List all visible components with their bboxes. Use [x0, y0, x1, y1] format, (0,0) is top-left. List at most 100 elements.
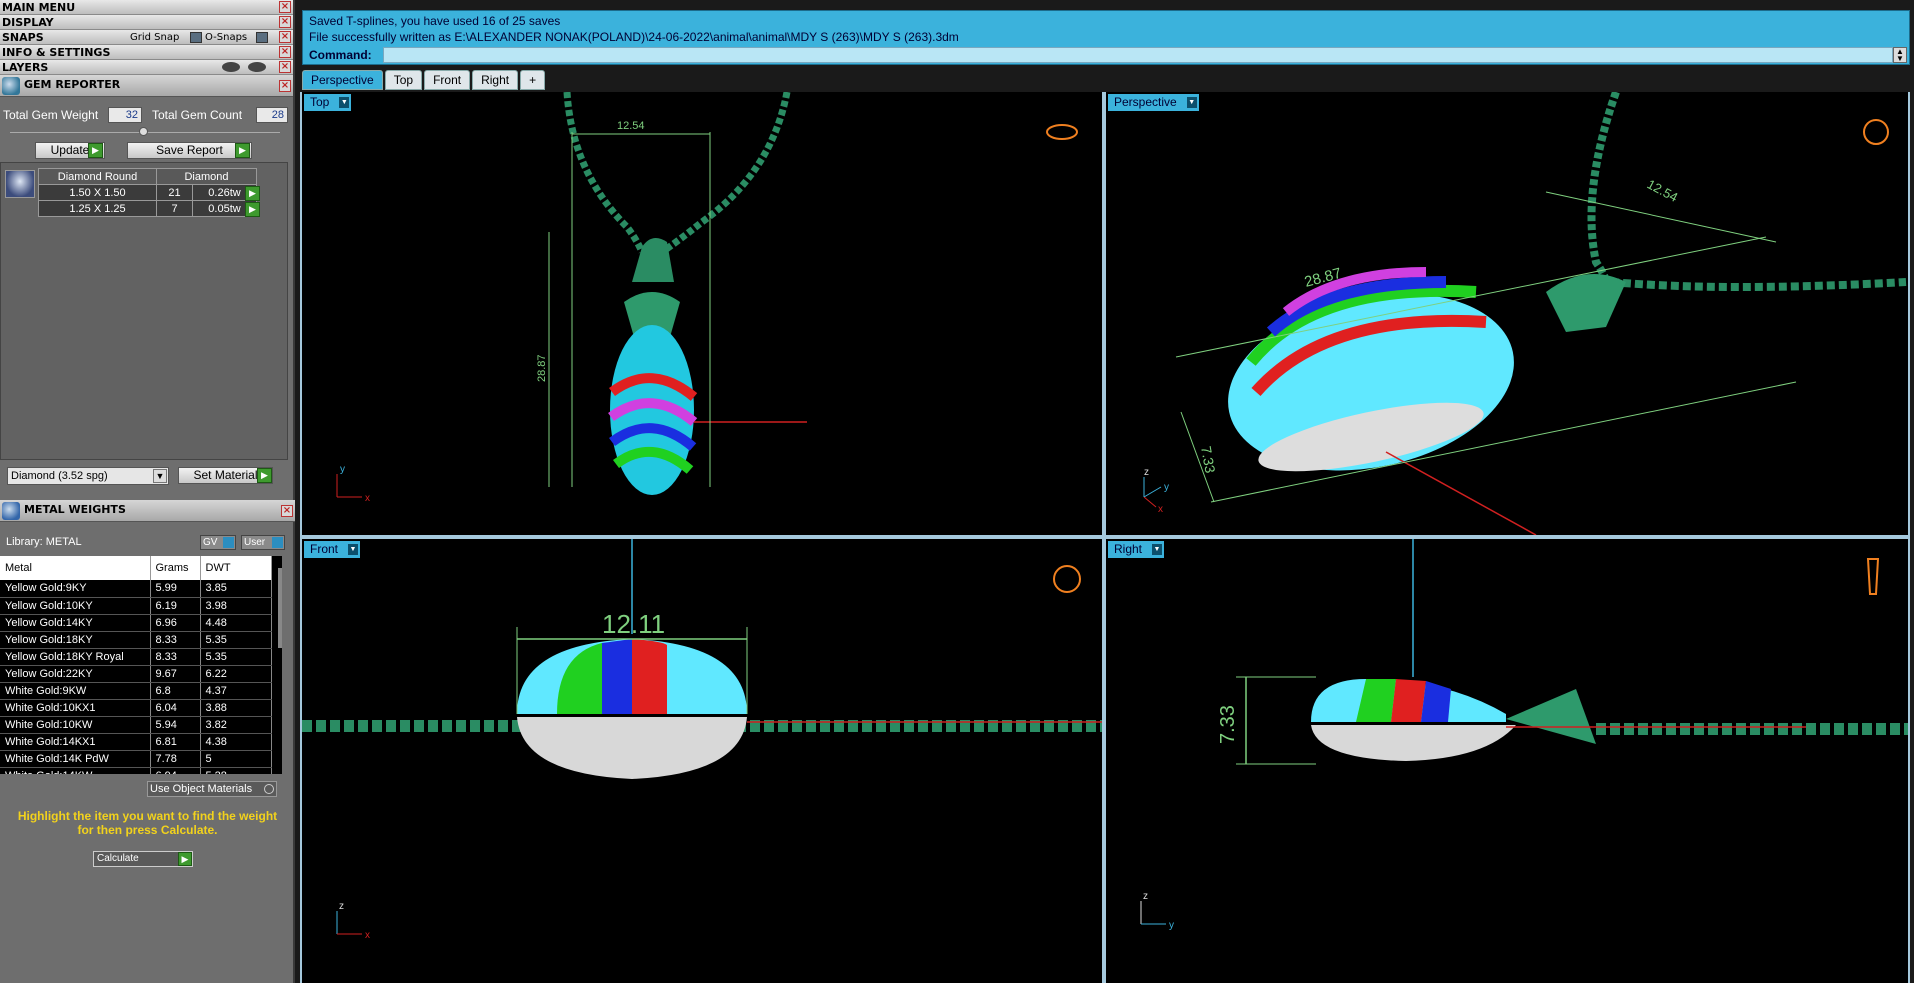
gem-band-red	[632, 639, 667, 714]
play-icon[interactable]: ▶	[245, 186, 260, 201]
chevron-down-icon[interactable]: ▼	[339, 97, 350, 108]
metal-row[interactable]: Yellow Gold:10KY 6.19 3.98	[0, 597, 272, 615]
close-icon[interactable]: ×	[279, 16, 291, 28]
user-toggle[interactable]: User	[241, 535, 285, 550]
command-area: Saved T-splines, you have used 16 of 25 …	[302, 10, 1910, 65]
save-report-label: Save Report	[156, 143, 223, 157]
viewport-perspective[interactable]: 12.54 28.87 7.33 z y x Perspective ▼	[1106, 92, 1908, 535]
viewport-right-label[interactable]: Right ▼	[1108, 541, 1165, 558]
use-object-materials-label: Use Object Materials	[150, 783, 253, 795]
close-icon[interactable]: ×	[279, 31, 291, 43]
calculate-hint: Highlight the item you want to find the …	[0, 809, 295, 837]
metal-table-scrollbar[interactable]	[278, 568, 282, 648]
grid-snap-toggle[interactable]	[190, 32, 202, 43]
layers-menu-row[interactable]: LAYERS ×	[0, 60, 293, 75]
close-icon[interactable]: ×	[279, 61, 291, 73]
rhino-app: MAIN MENU × DISPLAY × SNAPS Grid Snap O-Sn…	[0, 0, 1914, 983]
material-select[interactable]: Diamond (3.52 spg) ▼	[7, 467, 169, 485]
library-label: Library: METAL	[6, 536, 82, 548]
tab-right[interactable]: Right	[472, 70, 519, 90]
metal-row[interactable]: Yellow Gold:18KY 8.33 5.35	[0, 631, 272, 649]
metal-grams: 6.8	[150, 682, 201, 700]
gem-row[interactable]: 1.25 X 1.25 7 0.05tw	[38, 200, 257, 217]
dim-width-text: 12.11	[602, 609, 665, 639]
tab-perspective[interactable]: Perspective	[302, 70, 383, 90]
metal-header-grams[interactable]: Grams	[150, 556, 201, 580]
ring-icon[interactable]	[1863, 119, 1889, 145]
play-icon[interactable]: ▶	[88, 143, 103, 158]
play-icon[interactable]: ▶	[235, 143, 250, 158]
layer-visibility-icon[interactable]	[222, 62, 240, 72]
metal-row[interactable]: White Gold:14K PdW 7.78 5	[0, 750, 272, 768]
slider-thumb[interactable]	[139, 127, 148, 136]
chevron-down-icon[interactable]: ▼	[1152, 544, 1163, 555]
metal-header-name[interactable]: Metal	[0, 556, 151, 580]
close-icon[interactable]: ×	[279, 1, 291, 13]
metal-row[interactable]: White Gold:10KX1 6.04 3.88	[0, 699, 272, 717]
metal-row[interactable]: White Gold:14KW6.945.28	[0, 767, 272, 774]
viewport-front[interactable]: 12.11 z x Front ▼	[302, 539, 1102, 983]
viewport-right-name: Right	[1114, 542, 1143, 556]
metal-row[interactable]: Yellow Gold:22KY 9.67 6.22	[0, 665, 272, 683]
metal-grams: 9.67	[150, 665, 201, 683]
display-menu-row[interactable]: DISPLAY ×	[0, 15, 293, 30]
tab-top[interactable]: Top	[384, 70, 423, 90]
metal-dwt: 5.35	[200, 648, 272, 666]
o-snaps-toggle[interactable]	[256, 32, 268, 43]
dim-line-c	[1545, 191, 1777, 243]
metal-name: Yellow Gold:18KY Royal	[0, 648, 151, 666]
use-object-materials-toggle[interactable]: Use Object Materials	[147, 781, 277, 797]
metal-table-container[interactable]: Metal Grams DWT Yellow Gold:9KY 5.99 3.85 Y…	[0, 556, 282, 774]
metal-row[interactable]: Yellow Gold:9KY 5.99 3.85	[0, 580, 272, 598]
gem-row[interactable]: 1.50 X 1.50 21 0.26tw	[38, 184, 257, 201]
metal-row[interactable]: Yellow Gold:18KY Royal 8.33 5.35	[0, 648, 272, 666]
command-input[interactable]	[383, 47, 1893, 63]
ring-icon[interactable]	[1046, 124, 1078, 140]
play-icon[interactable]: ▶	[257, 468, 272, 483]
save-report-button[interactable]: Save Report	[127, 142, 252, 159]
command-history-line-2: File successfully written as E:\ALEXANDE…	[309, 30, 959, 44]
axis-z-label: z	[1144, 467, 1149, 478]
chevron-down-icon[interactable]: ▼	[153, 469, 167, 483]
pendant-icon[interactable]	[1866, 558, 1880, 595]
left-panel: MAIN MENU × DISPLAY × SNAPS Grid Snap O-Sn…	[0, 0, 295, 983]
metal-dwt: 3.98	[200, 597, 272, 615]
play-icon[interactable]: ▶	[245, 202, 260, 217]
viewport-top-label[interactable]: Top ▼	[304, 94, 352, 111]
viewport-perspective-label[interactable]: Perspective ▼	[1108, 94, 1199, 111]
info-settings-menu-row[interactable]: INFO & SETTINGS ×	[0, 45, 293, 60]
close-icon[interactable]: ×	[279, 46, 291, 58]
metal-dwt: 3.82	[200, 716, 272, 734]
dim-width-text: 12.54	[617, 120, 645, 132]
metal-name: Yellow Gold:18KY	[0, 631, 151, 649]
metal-header-dwt[interactable]: DWT	[200, 556, 272, 580]
metal-row[interactable]: Yellow Gold:14KY 6.96 4.48	[0, 614, 272, 632]
close-icon[interactable]: ×	[279, 80, 291, 92]
close-icon[interactable]: ×	[281, 505, 293, 517]
add-tab-button[interactable]: +	[520, 70, 546, 90]
eye-icon[interactable]	[248, 62, 266, 72]
dim-height-text: 7.33	[1217, 705, 1239, 744]
gv-toggle[interactable]: GV	[200, 535, 236, 550]
chevron-down-icon[interactable]: ▼	[1186, 97, 1197, 108]
command-scroll-arrows[interactable]: ▲ ▼	[1893, 47, 1907, 63]
axis-x-label: x	[365, 930, 370, 941]
metal-row[interactable]: White Gold:10KW 5.94 3.82	[0, 716, 272, 734]
viewport-front-label[interactable]: Front ▼	[304, 541, 361, 558]
metal-row[interactable]: White Gold:9KW 6.8 4.37	[0, 682, 272, 700]
o-snaps-label: O-Snaps	[205, 32, 248, 43]
tab-front[interactable]: Front	[424, 70, 471, 90]
gem-reporter-title: GEM REPORTER	[24, 78, 121, 91]
metal-name: White Gold:10KX1	[0, 699, 151, 717]
viewport-right[interactable]: 7.33 z y Right ▼	[1106, 539, 1908, 983]
play-icon[interactable]: ▶	[178, 852, 192, 866]
command-prompt: Command:	[309, 48, 372, 62]
metal-row[interactable]: White Gold:14KX1 6.81 4.38	[0, 733, 272, 751]
ring-icon[interactable]	[1053, 565, 1081, 593]
hint-line-1: Highlight the item you want to find the …	[17, 809, 278, 823]
main-menu-row[interactable]: MAIN MENU ×	[0, 0, 293, 15]
dim-height-text: 28.87	[536, 354, 548, 382]
snaps-menu-row[interactable]: SNAPS Grid Snap O-Snaps ×	[0, 30, 293, 45]
chevron-down-icon[interactable]: ▼	[348, 544, 359, 555]
viewport-top[interactable]: 12.54 28.87 y x Top ▼	[302, 92, 1102, 535]
